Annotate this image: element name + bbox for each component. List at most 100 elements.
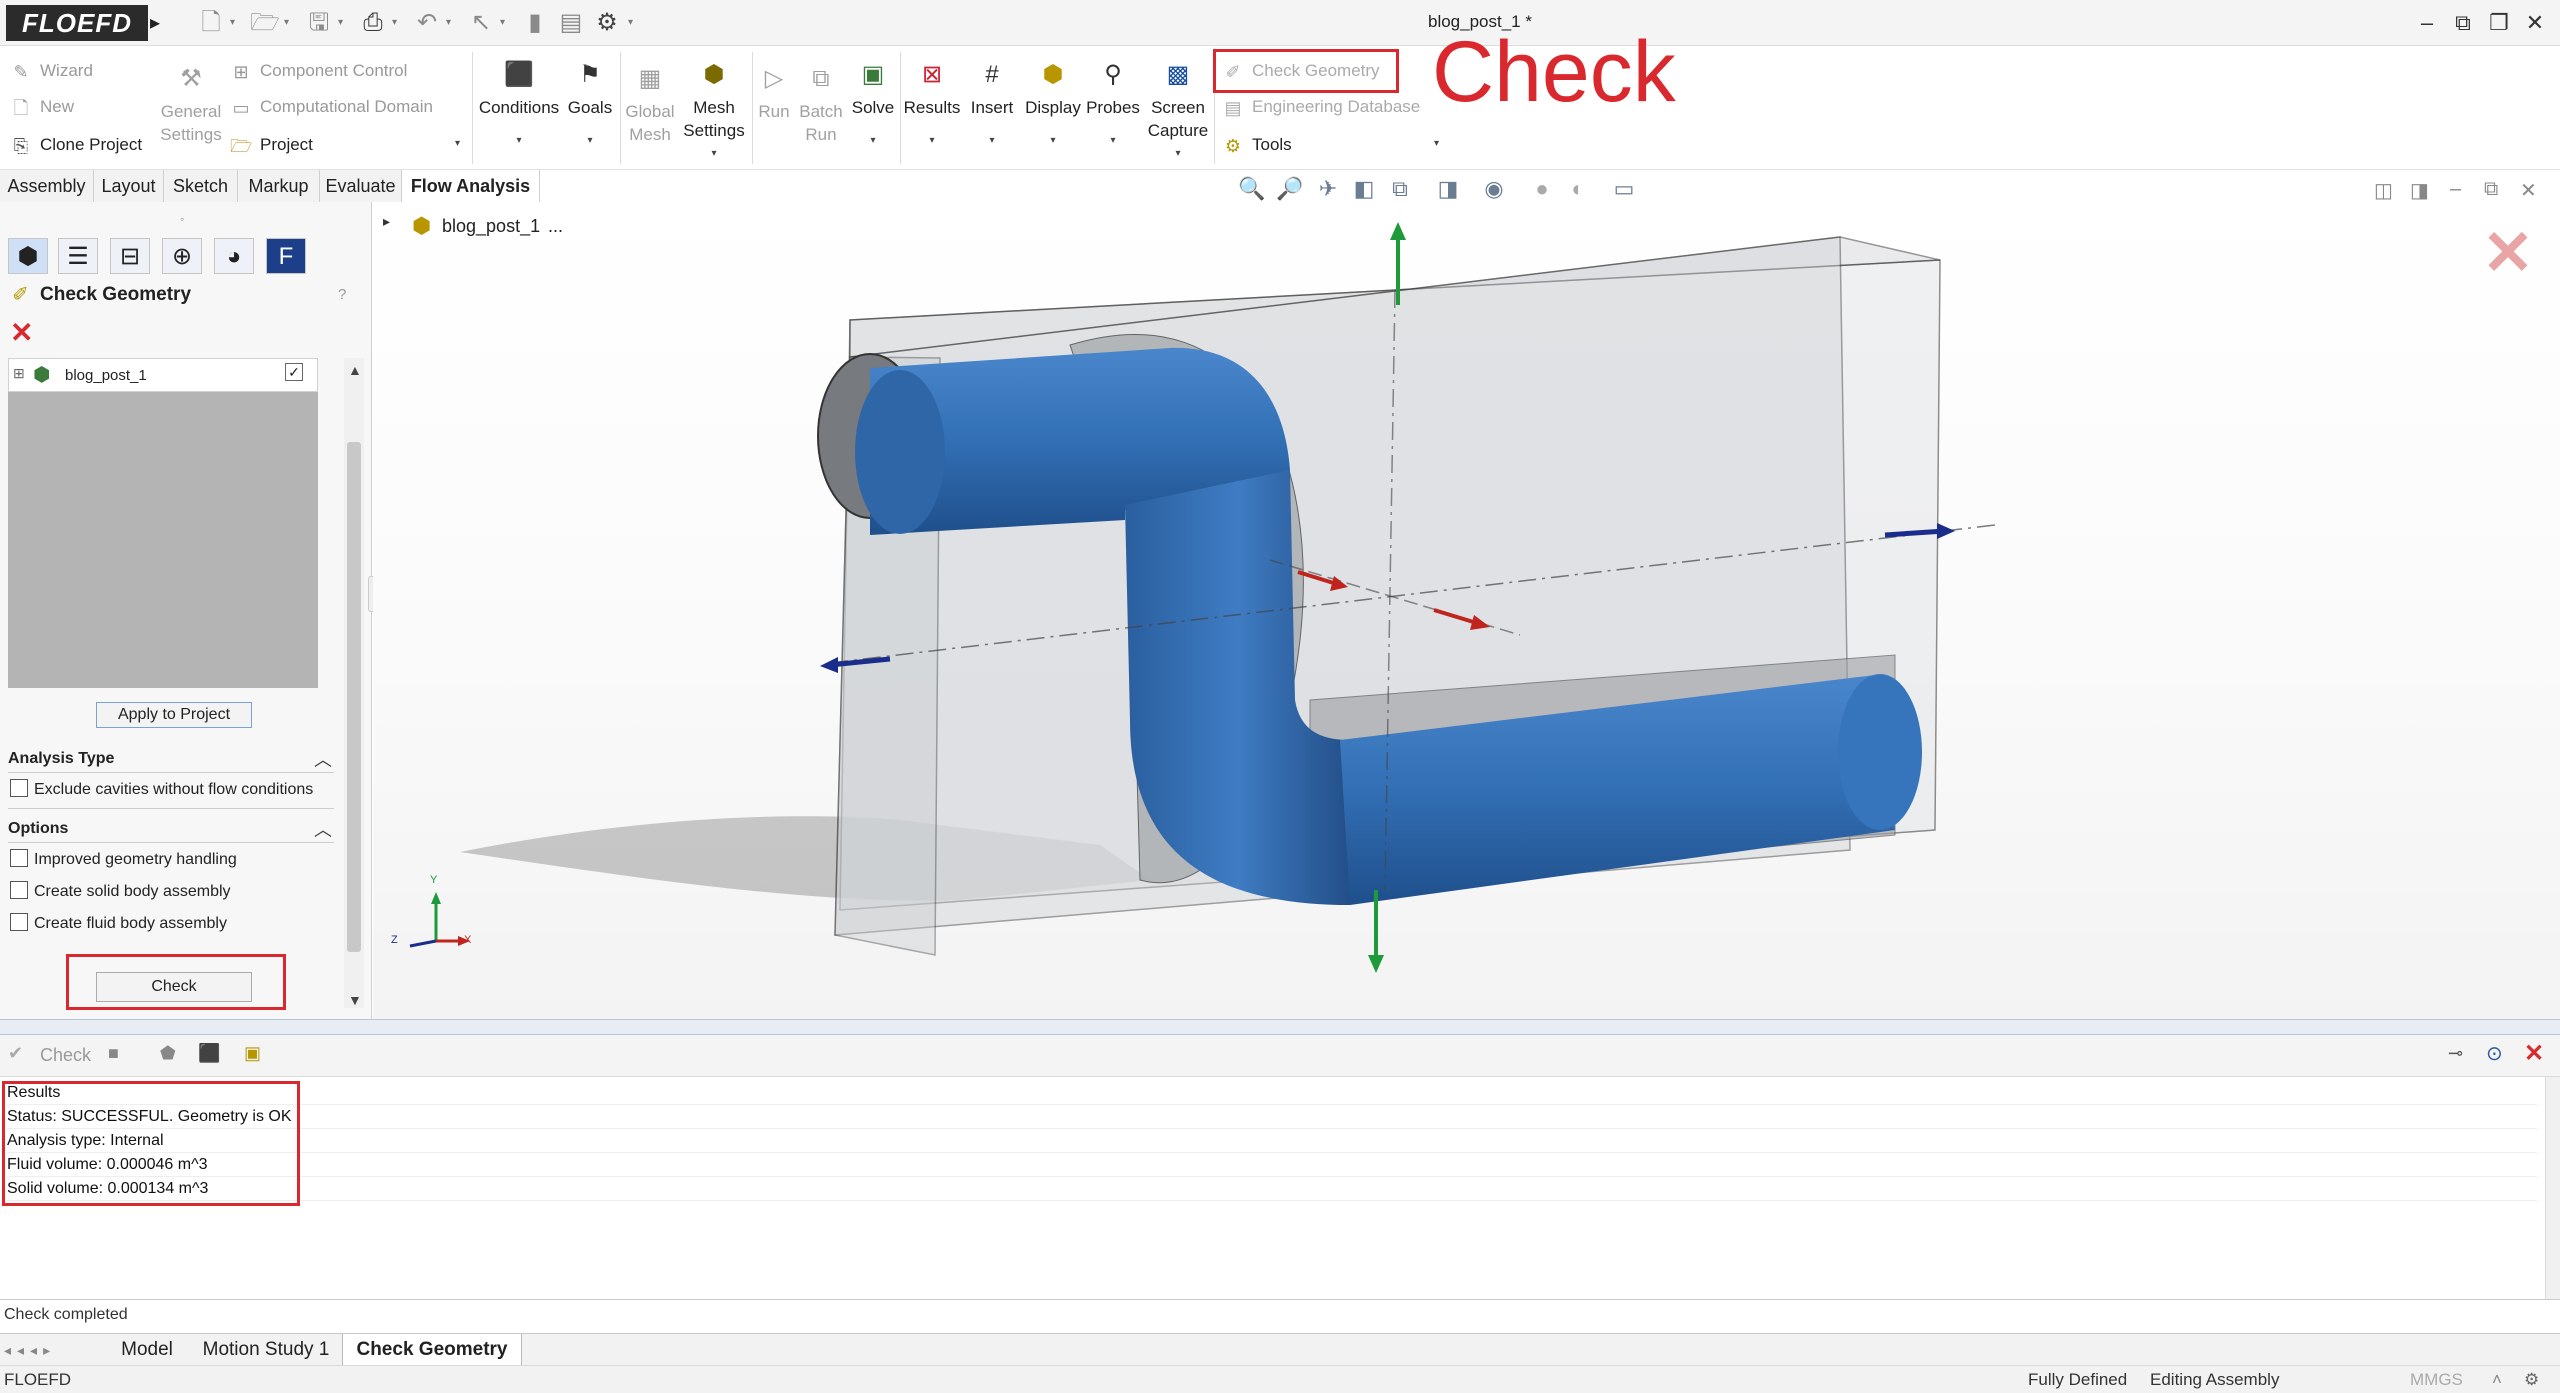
wizard-button[interactable]: ✎ Wizard bbox=[10, 56, 92, 86]
exclude-cavities-option[interactable]: Exclude cavities without flow conditions bbox=[10, 778, 313, 802]
chevron-down-icon[interactable]: ▾ bbox=[1144, 142, 1212, 165]
solve-button[interactable]: ▣ Solve ▾ bbox=[848, 60, 898, 152]
display-style-icon[interactable]: ◨ bbox=[1431, 172, 1465, 206]
logo-menu-arrow-icon[interactable]: ▸ bbox=[150, 8, 164, 38]
improved-geometry-checkbox[interactable] bbox=[10, 848, 28, 867]
viewport-close-icon[interactable]: ✕ bbox=[2520, 178, 2537, 203]
chevron-down-icon[interactable]: ▾ bbox=[230, 9, 240, 37]
screen-capture-button[interactable]: ▩ Screen Capture ▾ bbox=[1144, 60, 1212, 165]
chevron-down-icon[interactable]: ▾ bbox=[1084, 129, 1142, 152]
status-units[interactable]: MMGS bbox=[2410, 1370, 2463, 1390]
view-orientation-icon[interactable]: ⧉ bbox=[1383, 172, 1417, 206]
panel-splitter[interactable] bbox=[0, 1019, 2560, 1035]
conditions-button[interactable]: ⬛ Conditions ▾ bbox=[476, 60, 562, 152]
engineering-database-button[interactable]: ▤ Engineering Database bbox=[1222, 92, 1420, 122]
collapse-chevron-icon[interactable]: ︿ bbox=[314, 746, 332, 772]
open-folder-icon[interactable]: 🗁 bbox=[250, 9, 280, 37]
show-solid-icon[interactable]: ⬛ bbox=[198, 1043, 220, 1064]
collapse-panel-icon[interactable]: ⊙ bbox=[2486, 1041, 2503, 1066]
gear-icon[interactable]: ⚙ bbox=[592, 9, 622, 37]
close-icon[interactable]: ✕ bbox=[2518, 8, 2552, 38]
tab-layout[interactable]: Layout bbox=[94, 170, 164, 202]
chevron-down-icon[interactable]: ▾ bbox=[1020, 129, 1086, 152]
close-icon[interactable]: ✕ bbox=[10, 316, 33, 349]
save-results-icon[interactable]: ▣ bbox=[244, 1043, 261, 1064]
batch-run-button[interactable]: ⧉ Batch Run bbox=[796, 64, 846, 146]
configuration-manager-icon[interactable]: ⊟ bbox=[110, 238, 150, 274]
chevron-down-icon[interactable]: ▾ bbox=[848, 129, 898, 152]
show-fluid-icon[interactable]: ⬟ bbox=[160, 1043, 176, 1064]
scrollbar-thumb[interactable] bbox=[347, 442, 361, 952]
chevron-down-icon[interactable]: ▾ bbox=[628, 9, 638, 37]
tab-sketch[interactable]: Sketch bbox=[164, 170, 238, 202]
tab-scroll-arrows-icon[interactable]: ◂◂◂▸ bbox=[4, 1340, 94, 1360]
improved-geometry-option[interactable]: Improved geometry handling bbox=[10, 848, 237, 872]
help-icon[interactable]: ? bbox=[338, 286, 346, 303]
model-scene[interactable] bbox=[373, 202, 2560, 1019]
goals-button[interactable]: ⚑ Goals ▾ bbox=[564, 60, 616, 152]
status-options-icon[interactable]: ⚙ bbox=[2524, 1370, 2539, 1390]
restore-icon[interactable]: ⧉ bbox=[2446, 8, 2480, 38]
collapse-chevron-icon[interactable]: ︿ bbox=[314, 816, 332, 842]
general-settings-button[interactable]: ⚒ General Settings bbox=[156, 64, 226, 146]
viewport-split-2-icon[interactable]: ◨ bbox=[2410, 178, 2429, 203]
project-button[interactable]: 🗁 Project bbox=[230, 130, 313, 160]
viewport-split-icon[interactable]: ◫ bbox=[2374, 178, 2393, 203]
tab-flow-analysis[interactable]: Flow Analysis bbox=[402, 170, 540, 202]
select-cursor-icon[interactable]: ↖ bbox=[466, 9, 496, 37]
tab-assembly[interactable]: Assembly bbox=[0, 170, 94, 202]
chevron-down-icon[interactable]: ▾ bbox=[680, 142, 748, 165]
results-scrollbar[interactable] bbox=[2545, 1077, 2560, 1299]
solid-body-option[interactable]: Create solid body assembly bbox=[10, 880, 231, 904]
dimxpert-icon[interactable]: ⊕ bbox=[162, 238, 202, 274]
pin-icon[interactable]: ⊸ bbox=[2448, 1043, 2463, 1064]
tab-check-geometry[interactable]: Check Geometry bbox=[342, 1334, 522, 1366]
tab-markup[interactable]: Markup bbox=[238, 170, 320, 202]
tab-motion-study[interactable]: Motion Study 1 bbox=[190, 1334, 342, 1366]
units-chevron-icon[interactable]: ˄ bbox=[2492, 1370, 2502, 1390]
clone-project-button[interactable]: ⎘ Clone Project bbox=[10, 130, 142, 160]
viewport-minimize-icon[interactable]: – bbox=[2450, 178, 2461, 201]
new-document-icon[interactable]: 🗋 bbox=[196, 9, 226, 37]
file-properties-icon[interactable]: ▤ bbox=[556, 9, 586, 37]
chevron-down-icon[interactable]: ▾ bbox=[964, 129, 1020, 152]
results-button[interactable]: ⊠ Results ▾ bbox=[902, 60, 962, 152]
zoom-to-area-icon[interactable]: 🔎 bbox=[1273, 172, 1307, 206]
toolbar-check-button[interactable]: Check bbox=[40, 1045, 91, 1066]
feature-tree-icon[interactable]: ⬢ bbox=[8, 238, 48, 274]
tab-evaluate[interactable]: Evaluate bbox=[320, 170, 402, 202]
chevron-down-icon[interactable]: ▾ bbox=[1434, 138, 1439, 149]
maximize-icon[interactable]: ❐ bbox=[2482, 8, 2516, 38]
chevron-down-icon[interactable]: ▾ bbox=[446, 9, 456, 37]
insert-button[interactable]: # Insert ▾ bbox=[964, 60, 1020, 152]
solid-body-checkbox[interactable] bbox=[10, 880, 28, 899]
tree-item-checkbox[interactable]: ✓ bbox=[285, 363, 303, 381]
chevron-down-icon[interactable]: ▾ bbox=[284, 9, 294, 37]
scroll-up-icon[interactable]: ▲ bbox=[348, 362, 362, 378]
apply-to-project-button[interactable]: Apply to Project bbox=[96, 702, 252, 728]
viewport-restore-icon[interactable]: ⧉ bbox=[2484, 178, 2498, 201]
floefd-analysis-tree-icon[interactable]: F bbox=[266, 238, 306, 274]
rebuild-icon[interactable]: ▮ bbox=[520, 9, 550, 37]
fluid-body-option[interactable]: Create fluid body assembly bbox=[10, 912, 227, 936]
chevron-down-icon[interactable]: ▾ bbox=[500, 9, 510, 37]
global-mesh-button[interactable]: ▦ Global Mesh bbox=[622, 64, 678, 146]
tree-item-label[interactable]: blog_post_1 bbox=[65, 367, 147, 384]
stop-icon[interactable]: ■ bbox=[108, 1043, 119, 1064]
run-button[interactable]: ▷ Run bbox=[754, 64, 794, 123]
probes-button[interactable]: ⚲ Probes ▾ bbox=[1084, 60, 1142, 152]
chevron-down-icon[interactable]: ▾ bbox=[564, 129, 616, 152]
component-control-button[interactable]: ⊞ Component Control bbox=[230, 56, 407, 86]
exclude-cavities-checkbox[interactable] bbox=[10, 778, 28, 797]
apply-scene-icon[interactable]: ◐ bbox=[1561, 172, 1595, 206]
chevron-down-icon[interactable]: ▾ bbox=[392, 9, 402, 37]
property-manager-icon[interactable]: ☰ bbox=[58, 238, 98, 274]
print-icon[interactable]: ⎙ bbox=[358, 9, 388, 37]
panel-grip-icon[interactable]: ◦ bbox=[180, 212, 184, 226]
expand-icon[interactable]: ⊞ bbox=[13, 365, 25, 382]
minimize-icon[interactable]: – bbox=[2410, 8, 2444, 38]
chevron-down-icon[interactable]: ▾ bbox=[902, 129, 962, 152]
hide-show-icon[interactable]: ◉ bbox=[1477, 172, 1511, 206]
section-view-icon[interactable]: ◧ bbox=[1347, 172, 1381, 206]
undo-icon[interactable]: ↶ bbox=[412, 9, 442, 37]
